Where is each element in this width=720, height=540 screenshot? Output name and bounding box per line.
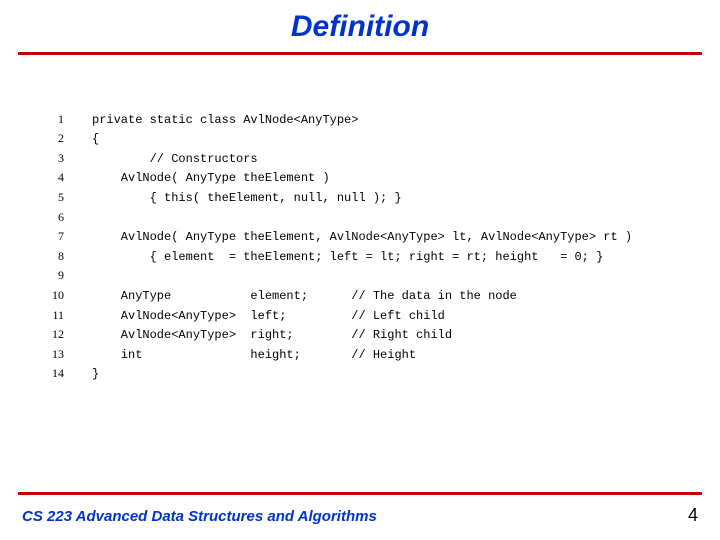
slide-title: Definition [0,0,720,52]
line-number: 4 [30,168,64,187]
title-rule [18,52,702,55]
code-line: AvlNode( AnyType theElement, AvlNode<Any… [92,230,632,244]
code-line: { element = theElement; left = lt; right… [92,250,603,264]
course-label: CS 223 Advanced Data Structures and Algo… [22,508,377,525]
line-number: 8 [30,247,64,266]
line-number: 1 [30,110,64,129]
line-number: 9 [30,266,64,285]
footer-row: CS 223 Advanced Data Structures and Algo… [0,505,720,526]
line-number: 6 [30,208,64,227]
code-line: // Constructors [92,152,258,166]
code-line: AnyType element; // The data in the node [92,289,517,303]
line-number: 14 [30,364,64,383]
code-line: } [92,367,99,381]
code-line: AvlNode( AnyType theElement ) [92,171,330,185]
code-line: int height; // Height [92,348,416,362]
line-number: 7 [30,227,64,246]
line-number: 5 [30,188,64,207]
footer: CS 223 Advanced Data Structures and Algo… [0,492,720,526]
footer-rule [18,492,702,495]
code-line: { this( theElement, null, null ); } [92,191,402,205]
page-number: 4 [688,505,698,526]
code-line: AvlNode<AnyType> right; // Right child [92,328,452,342]
line-number: 10 [30,286,64,305]
code-line: AvlNode<AnyType> left; // Left child [92,309,445,323]
line-number: 3 [30,149,64,168]
line-number: 13 [30,345,64,364]
code-block: 1 private static class AvlNode<AnyType> 2… [0,91,720,403]
code-line: private static class AvlNode<AnyType> [92,113,358,127]
slide: Definition 1 private static class AvlNode… [0,0,720,540]
line-number: 12 [30,325,64,344]
line-number: 11 [30,306,64,325]
line-number: 2 [30,129,64,148]
code-line: { [92,132,99,146]
